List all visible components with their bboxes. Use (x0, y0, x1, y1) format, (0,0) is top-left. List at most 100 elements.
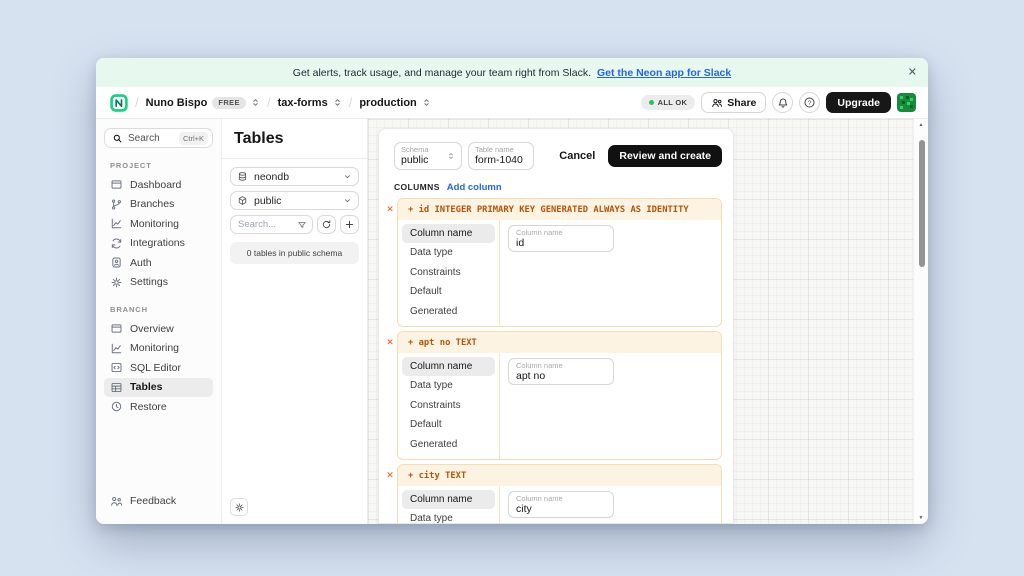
banner-close-icon[interactable]: ✕ (908, 67, 917, 78)
column-name-input[interactable]: Column name id (508, 225, 614, 253)
sidebar-item-branches[interactable]: Branches (104, 195, 213, 215)
integrations-icon (110, 237, 123, 250)
create-table-form: Schema public Table name form-1040 Cance… (378, 128, 734, 524)
remove-column-icon[interactable]: ✕ (383, 470, 397, 481)
avatar[interactable] (897, 93, 916, 112)
branch-selector[interactable]: production (359, 97, 430, 109)
monitoring-chart-icon (110, 342, 123, 355)
sidebar-item-feedback[interactable]: Feedback (104, 492, 182, 512)
chevron-down-icon (343, 196, 352, 205)
tab-constraints[interactable]: Constraints (402, 263, 495, 283)
remove-column-icon[interactable]: ✕ (383, 204, 397, 215)
scroll-up-arrow-icon[interactable]: ▲ (914, 122, 928, 128)
sidebar-item-overview[interactable]: Overview (104, 319, 213, 339)
column-name-input[interactable]: Column name city (508, 491, 614, 519)
tables-search-field[interactable] (230, 215, 313, 234)
sidebar-item-settings[interactable]: Settings (104, 273, 213, 293)
column-card-apt-no: + apt no TEXT Column name Data type Cons… (397, 331, 722, 460)
columns-section-label: COLUMNS (394, 182, 440, 192)
tables-search-input[interactable] (238, 219, 286, 230)
branches-icon (110, 198, 123, 211)
breadcrumb: / Nuno Bispo FREE / tax-forms / producti… (110, 94, 641, 112)
status-badge[interactable]: ALL OK (641, 95, 696, 110)
database-icon (237, 171, 248, 182)
sidebar-search[interactable]: Search Ctrl+K (104, 128, 213, 148)
filter-funnel-icon[interactable] (297, 220, 307, 230)
sidebar-item-auth[interactable]: Auth (104, 253, 213, 273)
tab-constraints[interactable]: Constraints (402, 396, 495, 416)
remove-column-icon[interactable]: ✕ (383, 337, 397, 348)
add-table-button[interactable] (340, 215, 359, 234)
app-header: / Nuno Bispo FREE / tax-forms / producti… (96, 87, 928, 119)
notifications-bell-icon[interactable] (772, 92, 793, 113)
tab-data-type[interactable]: Data type (402, 376, 495, 396)
chevron-updown-icon (422, 97, 431, 108)
refresh-icon[interactable] (317, 215, 336, 234)
schema-select[interactable]: public (230, 191, 359, 210)
tab-column-name[interactable]: Column name (402, 357, 495, 377)
sidebar-item-integrations[interactable]: Integrations (104, 234, 213, 254)
status-dot-icon (649, 100, 654, 105)
column-card-row: ✕ + apt no TEXT Column name Data type Co… (379, 331, 733, 460)
project-section-title: PROJECT (110, 161, 213, 170)
tables-icon (110, 381, 123, 394)
tab-generated[interactable]: Generated (402, 302, 495, 322)
scroll-down-arrow-icon[interactable]: ▼ (914, 515, 928, 521)
form-schema-select[interactable]: Schema public (394, 142, 462, 170)
tab-column-name[interactable]: Column name (402, 224, 495, 244)
sidebar-item-dashboard[interactable]: Dashboard (104, 175, 213, 195)
scrollbar-thumb[interactable] (919, 140, 925, 267)
add-column-link[interactable]: Add column (447, 182, 502, 193)
banner-message: Get alerts, track usage, and manage your… (293, 67, 591, 79)
tab-generated[interactable]: Generated (402, 435, 495, 455)
table-name-field[interactable]: Table name form-1040 (468, 142, 534, 170)
help-icon[interactable]: ? (799, 92, 820, 113)
overview-icon (110, 322, 123, 335)
branch-section-title: BRANCH (110, 305, 213, 314)
restore-history-icon (110, 400, 123, 413)
banner-link[interactable]: Get the Neon app for Slack (597, 67, 731, 79)
chevron-updown-icon (447, 151, 455, 161)
sidebar-item-sql-editor[interactable]: SQL Editor (104, 358, 213, 378)
dashboard-icon (110, 178, 123, 191)
column-definition: + id INTEGER PRIMARY KEY GENERATED ALWAY… (398, 199, 721, 220)
breadcrumb-separator: / (135, 95, 139, 110)
vertical-scrollbar[interactable]: ▲ ▼ (913, 119, 928, 524)
search-icon (112, 133, 123, 144)
share-button[interactable]: Share (701, 92, 766, 113)
empty-schema-message: 0 tables in public schema (230, 242, 359, 264)
column-definition: + city TEXT (398, 465, 721, 486)
upgrade-button[interactable]: Upgrade (826, 92, 891, 113)
tab-data-type[interactable]: Data type (402, 509, 495, 524)
sidebar-item-tables[interactable]: Tables (104, 378, 213, 398)
people-icon (711, 97, 723, 109)
cancel-button[interactable]: Cancel (559, 150, 595, 162)
sidebar-item-restore[interactable]: Restore (104, 397, 213, 417)
auth-badge-icon (110, 256, 123, 269)
schema-cube-icon (237, 195, 248, 206)
neon-logo-icon[interactable] (110, 94, 128, 112)
column-card-row: ✕ + city TEXT Column name Data type Cons… (379, 464, 733, 524)
sidebar-item-monitoring[interactable]: Monitoring (104, 214, 213, 234)
monitoring-chart-icon (110, 217, 123, 230)
review-and-create-button[interactable]: Review and create (608, 145, 722, 167)
column-definition: + apt no TEXT (398, 332, 721, 353)
database-select[interactable]: neondb (230, 167, 359, 186)
tab-column-name[interactable]: Column name (402, 490, 495, 510)
feedback-people-icon (110, 495, 123, 508)
tab-default[interactable]: Default (402, 415, 495, 435)
tab-data-type[interactable]: Data type (402, 243, 495, 263)
search-label: Search (128, 133, 174, 144)
breadcrumb-separator: / (349, 95, 353, 110)
tables-panel: Tables neondb public (222, 119, 368, 524)
column-name-input[interactable]: Column name apt no (508, 358, 614, 386)
sidebar-item-branch-monitoring[interactable]: Monitoring (104, 339, 213, 359)
table-editor-canvas: Schema public Table name form-1040 Cance… (368, 119, 928, 524)
tables-panel-title: Tables (222, 119, 367, 159)
slack-banner: Get alerts, track usage, and manage your… (96, 58, 928, 87)
project-selector[interactable]: tax-forms (278, 97, 342, 109)
org-selector[interactable]: Nuno Bispo FREE (146, 97, 260, 109)
search-shortcut: Ctrl+K (179, 132, 208, 145)
panel-settings-gear-icon[interactable] (230, 498, 248, 516)
tab-default[interactable]: Default (402, 282, 495, 302)
